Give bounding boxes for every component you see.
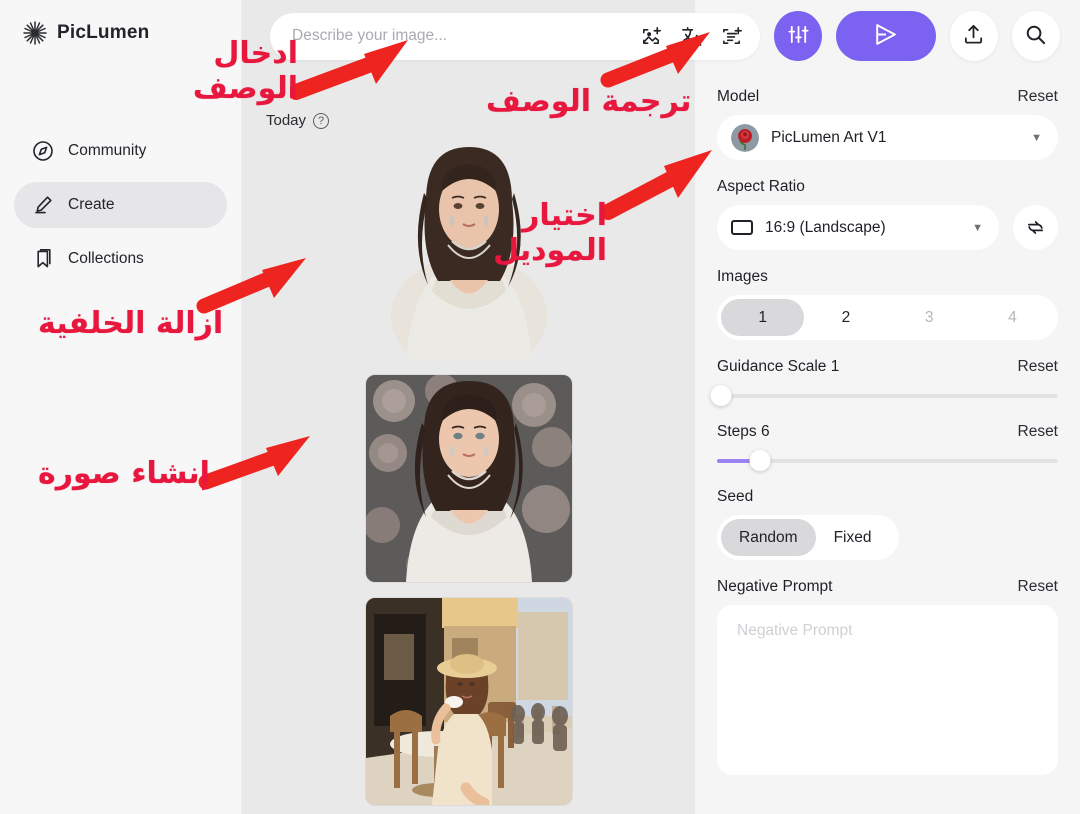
sidebar-item-collections[interactable]: Collections [14,236,227,282]
rectangle-landscape-icon [731,220,753,235]
chevron-down-icon: ▼ [972,221,983,234]
guidance-scale-reset-button[interactable]: Reset [1018,358,1059,376]
seed-option-fixed[interactable]: Fixed [816,519,890,556]
guidance-scale-slider[interactable] [710,385,1058,407]
send-arrow-icon [872,21,899,51]
sidebar-item-label: Create [68,196,115,213]
sidebar-nav: Community Create Collections [0,128,241,282]
seed-mode-selector: Random Fixed [717,515,899,560]
slider-track [717,394,1058,398]
negative-prompt-header: Negative Prompt Reset [717,578,1058,596]
slider-thumb[interactable] [710,385,732,406]
images-option-3[interactable]: 3 [888,299,971,336]
images-option-1[interactable]: 1 [721,299,805,336]
seed-header: Seed [717,488,1058,506]
sidebar-item-community[interactable]: Community [14,128,227,174]
compass-icon [32,140,54,162]
aspect-ratio-row: 16:9 (Landscape) ▼ [717,205,1058,250]
steps-reset-button[interactable]: Reset [1018,423,1059,441]
images-label: Images [717,268,768,285]
model-reset-button[interactable]: Reset [1018,88,1059,106]
model-select[interactable]: PicLumen Art V1 ▼ [717,115,1058,160]
prompt-bar [270,12,760,60]
gallery-group-label: Today [266,112,307,129]
prompt-input[interactable] [292,27,624,45]
aspect-ratio-value: 16:9 (Landscape) [765,218,886,236]
bookmark-icon [32,248,54,270]
aspect-ratio-header: Aspect Ratio [717,178,1058,196]
gallery-item-cafe-scene[interactable] [365,598,572,805]
model-value: PicLumen Art V1 [771,128,887,146]
sidebar-item-create[interactable]: Create [14,182,227,228]
pen-create-icon [32,194,54,216]
search-icon [1024,23,1047,49]
sidebar-item-label: Community [68,142,147,159]
chevron-down-icon: ▼ [1031,131,1042,144]
negative-prompt-reset-button[interactable]: Reset [1018,578,1059,596]
seed-option-random[interactable]: Random [721,519,816,556]
refresh-swap-icon[interactable] [1013,205,1058,250]
images-option-2[interactable]: 2 [804,299,887,336]
steps-label: Steps 6 [717,423,770,440]
generate-button[interactable] [836,11,936,61]
app-root: PicLumen Community Create Collections To… [0,0,1080,814]
images-header: Images [717,268,1058,286]
model-label: Model [717,88,760,105]
brand[interactable]: PicLumen [0,0,241,46]
guidance-scale-label: Guidance Scale 1 [717,358,840,375]
upload-icon [962,23,985,49]
negative-prompt-input[interactable]: Negative Prompt [717,605,1058,775]
gallery-thumbnails [242,141,695,805]
images-count-selector: 1 2 3 4 [717,295,1058,340]
negative-prompt-label: Negative Prompt [717,578,833,595]
image-plus-icon[interactable] [638,23,664,49]
starburst-icon [22,20,48,46]
prompt-library-icon[interactable] [718,23,744,49]
seed-label: Seed [717,488,754,505]
settings-panel: Model Reset PicLumen Art V1 ▼ Aspect Rat… [695,0,1080,814]
gallery-item-portrait-floral[interactable] [365,375,572,582]
aspect-ratio-label: Aspect Ratio [717,178,805,195]
images-option-4[interactable]: 4 [971,299,1054,336]
guidance-scale-header: Guidance Scale 1 Reset [717,358,1058,376]
sliders-icon [787,23,810,49]
settings-sliders-button[interactable] [774,11,823,61]
gallery-item-portrait-no-background[interactable] [365,141,572,359]
gallery-panel: Today ? [242,0,695,814]
steps-slider[interactable] [717,450,1058,472]
search-button[interactable] [1011,11,1060,61]
question-circle-icon[interactable]: ? [313,112,330,129]
aspect-ratio-select[interactable]: 16:9 (Landscape) ▼ [717,205,999,250]
sidebar: PicLumen Community Create Collections [0,0,242,814]
rose-thumbnail-icon [731,123,759,152]
sidebar-item-label: Collections [68,250,144,267]
slider-thumb[interactable] [749,450,771,471]
steps-header: Steps 6 Reset [717,423,1058,441]
model-section-header: Model Reset [717,88,1058,106]
translate-icon[interactable] [678,23,704,49]
upload-button[interactable] [949,11,998,61]
brand-name: PicLumen [57,22,150,43]
